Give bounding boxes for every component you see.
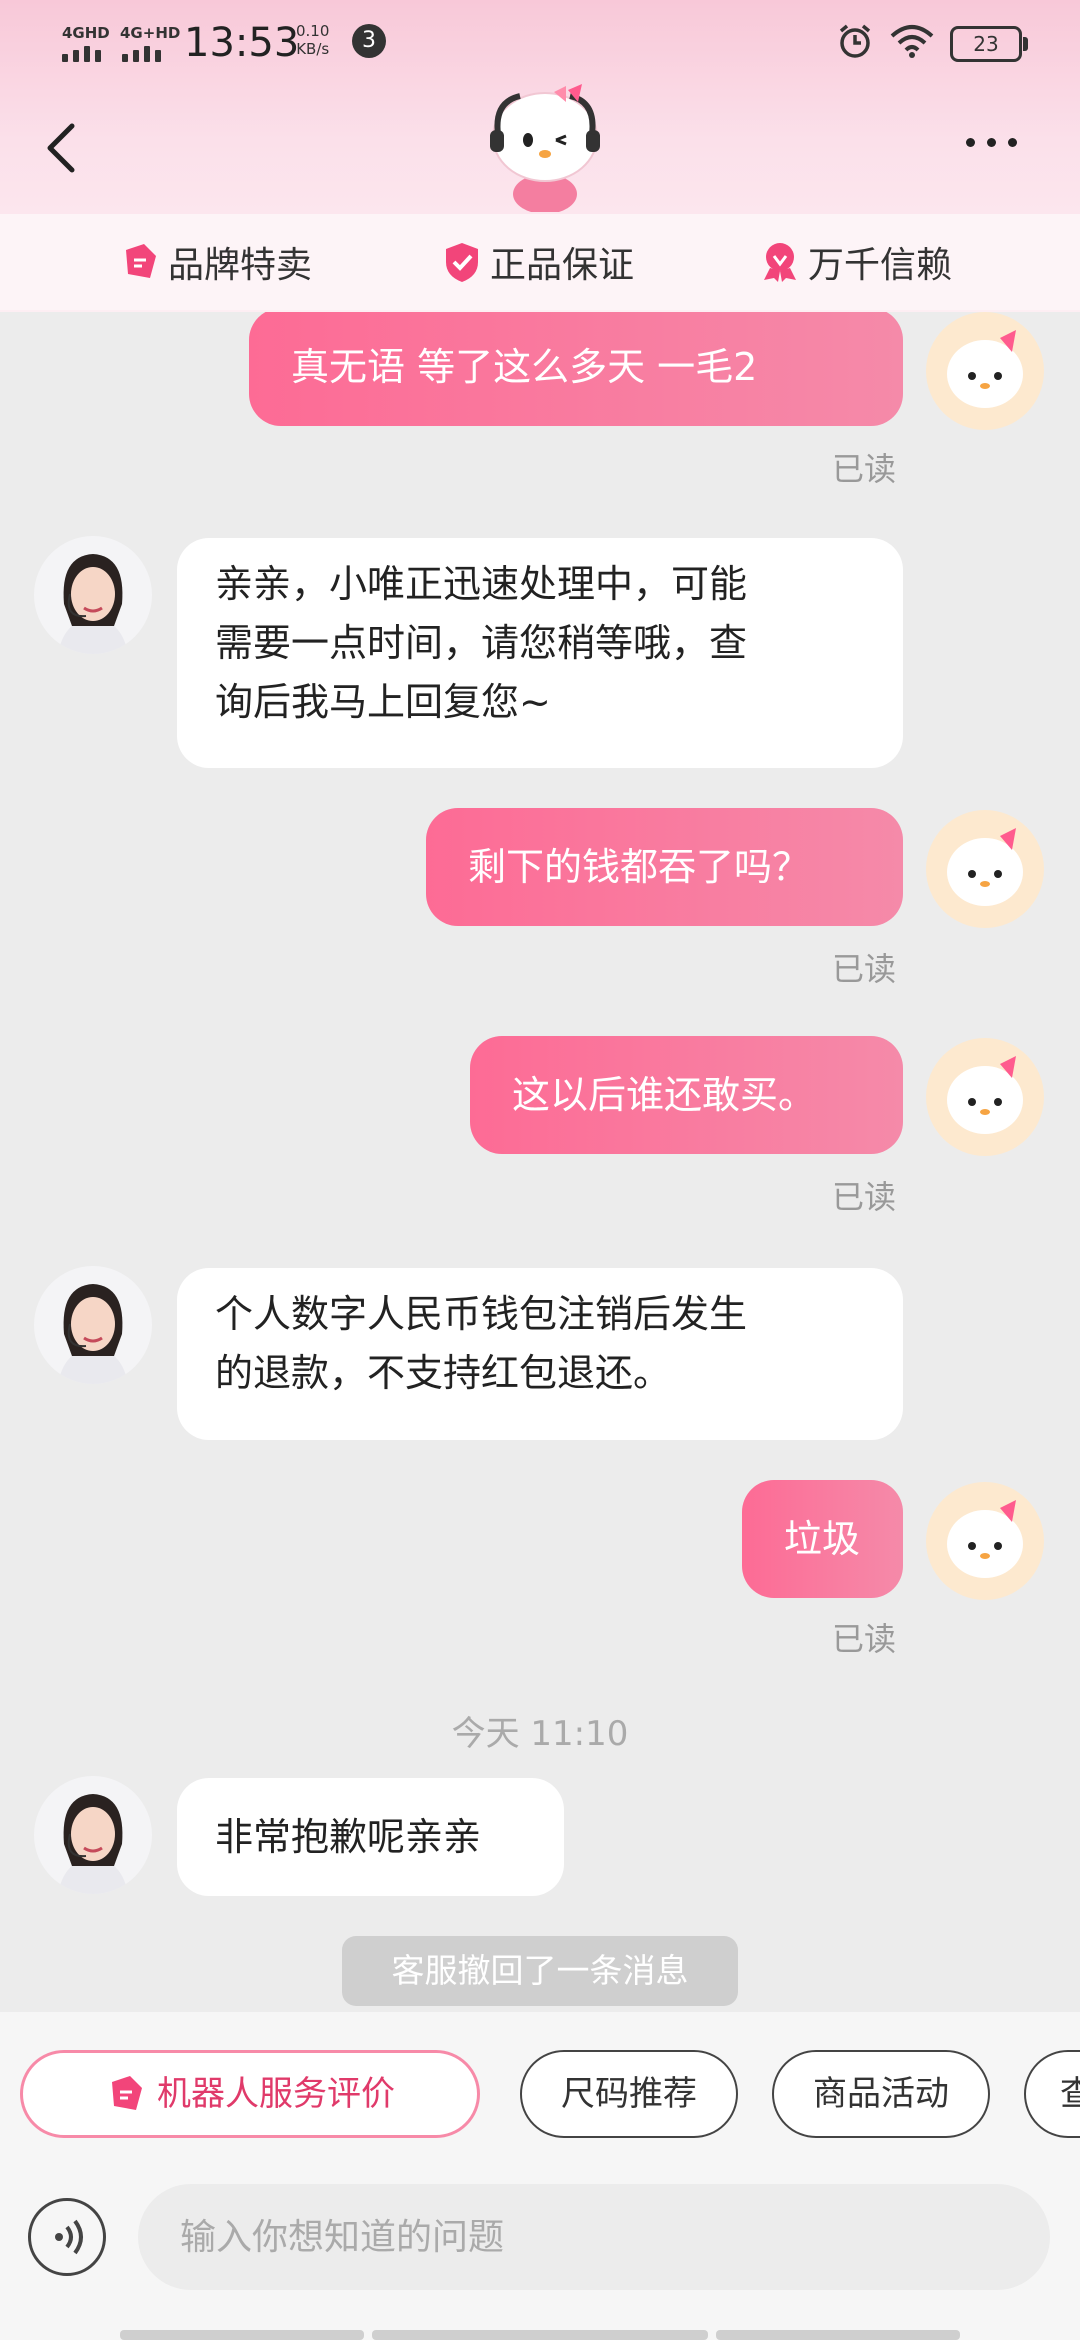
network-type-2: 4G+HD [120,24,181,42]
chat-area[interactable]: 真无语 等了这么多天 一毛2 已读 亲亲，小唯正迅速处理中，可能 需要一点时间，… [0,312,1080,2012]
read-receipt: 已读 [832,1620,897,1658]
network-type-1: 4GHD [62,24,110,42]
guarantee-bar: 品牌特卖 正品保证 万千信赖 [0,214,1080,310]
home-indicator [120,2330,364,2340]
signal-icon [62,46,101,62]
agent-avatar-icon [34,1266,152,1384]
agent-avatar[interactable] [34,536,152,654]
incoming-message[interactable]: 非常抱歉呢亲亲 [177,1778,564,1896]
guarantee-authentic: 正品保证 [442,214,634,310]
read-receipt: 已读 [832,1178,897,1216]
shield-check-icon [446,243,478,282]
incoming-message[interactable]: 亲亲，小唯正迅速处理中，可能 需要一点时间，请您稍等哦，查 询后我马上回复您~ [177,538,903,768]
tag-icon [126,244,156,278]
alarm-icon [839,24,871,58]
robot-service-rating-button[interactable]: 机器人服务评价 [20,2050,480,2138]
notification-badge: 3 [352,24,386,58]
read-receipt: 已读 [832,450,897,488]
input-bar [0,2184,1080,2340]
tag-icon [112,2076,142,2110]
size-recommendation-button[interactable]: 尺码推荐 [520,2050,738,2138]
user-avatar[interactable] [926,312,1044,430]
back-icon[interactable] [38,118,88,178]
user-avatar-icon [926,312,1044,430]
home-indicator [372,2330,708,2340]
agent-avatar[interactable] [34,1266,152,1384]
user-avatar[interactable] [926,1482,1044,1600]
agent-avatar-icon [34,1776,152,1894]
user-avatar-icon [926,1482,1044,1600]
guarantee-trusted: 万千信赖 [760,214,952,310]
status-bar: 4GHD 4G+HD 13:53 0.10 KB/s 3 23 [0,0,1080,90]
user-avatar-icon [926,810,1044,928]
read-receipt: 已读 [832,950,897,988]
query-button[interactable]: 查 [1024,2050,1080,2138]
outgoing-message[interactable]: 垃圾 [742,1480,903,1598]
header-area: 4GHD 4G+HD 13:53 0.10 KB/s 3 23 品牌特卖 正品保… [0,0,1080,312]
mascot-icon [490,84,600,212]
time-divider: 今天 11:10 [451,1714,629,1754]
agent-avatar[interactable] [34,1776,152,1894]
dot-icon [966,138,975,147]
guarantee-brand-sale: 品牌特卖 [120,214,312,310]
heart-ribbon-icon [764,243,796,282]
dot-icon [1008,138,1017,147]
outgoing-message[interactable]: 剩下的钱都吞了吗？ [426,808,903,926]
more-options-button[interactable] [966,138,1017,147]
quick-actions-bar: 机器人服务评价 尺码推荐 商品活动 查 [0,2012,1080,2184]
voice-input-button[interactable] [28,2198,106,2276]
product-promotion-button[interactable]: 商品活动 [772,2050,990,2138]
wifi-icon [890,25,934,58]
outgoing-message[interactable]: 真无语 等了这么多天 一毛2 [249,312,903,426]
outgoing-message[interactable]: 这以后谁还敢买。 [470,1036,903,1154]
battery-indicator: 23 [950,26,1028,62]
user-avatar[interactable] [926,810,1044,928]
home-indicator [716,2330,960,2340]
incoming-message[interactable]: 个人数字人民币钱包注销后发生 的退款，不支持红包退还。 [177,1268,903,1440]
agent-avatar-icon [34,536,152,654]
user-avatar[interactable] [926,1038,1044,1156]
signal-icon [122,46,161,62]
recall-notice: 客服撤回了一条消息 [342,1936,738,2006]
question-input[interactable] [138,2184,1050,2290]
dot-icon [987,138,996,147]
voice-icon [55,2219,83,2255]
network-speed: 0.10 KB/s [296,22,330,58]
user-avatar-icon [926,1038,1044,1156]
clock: 13:53 [184,20,300,66]
